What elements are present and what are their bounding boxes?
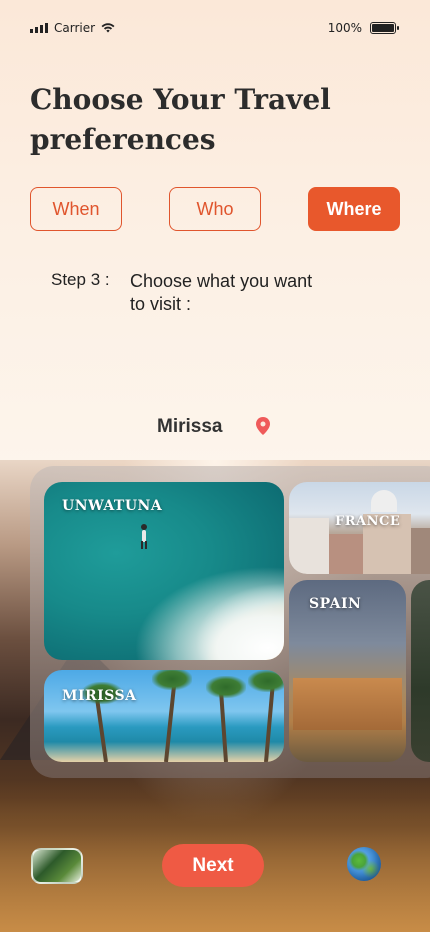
destination-card-france[interactable]: FRANCE [289,482,430,574]
status-bar: Carrier 100% [30,18,399,38]
landscape-thumbnail-icon[interactable] [31,848,83,884]
tab-who[interactable]: Who [169,187,261,231]
globe-icon[interactable] [347,847,381,881]
destination-panel: UNWATUNA MIRISSA FRANCE SPAIN [30,466,430,778]
destination-card-more[interactable] [411,580,430,762]
destination-card-mirissa[interactable]: MIRISSA [44,670,284,762]
battery-percent: 100% [327,21,362,35]
tab-where[interactable]: Where [308,187,400,231]
step-label: Step 3 : [51,270,110,289]
step-instruction: Choose what you want to visit : [130,271,313,314]
destination-label: SPAIN [309,596,362,612]
battery-icon [370,22,399,34]
wifi-icon [101,23,115,33]
map-pin-icon[interactable] [256,417,270,435]
destination-label: FRANCE [335,514,401,529]
header-background [0,0,430,470]
signal-icon [30,23,48,33]
page-title: Choose Your Travel preferences [30,83,331,156]
destination-card-unwatuna[interactable]: UNWATUNA [44,482,284,660]
carrier-label: Carrier [54,21,96,35]
selected-location: Mirissa [157,416,223,437]
destination-card-spain[interactable]: SPAIN [289,580,406,762]
preference-tabs: When Who Where [30,187,400,231]
tab-when[interactable]: When [30,187,122,231]
next-button[interactable]: Next [162,844,264,887]
destination-label: MIRISSA [62,688,137,704]
swimmer-icon [141,524,147,549]
destination-label: UNWATUNA [62,498,163,514]
